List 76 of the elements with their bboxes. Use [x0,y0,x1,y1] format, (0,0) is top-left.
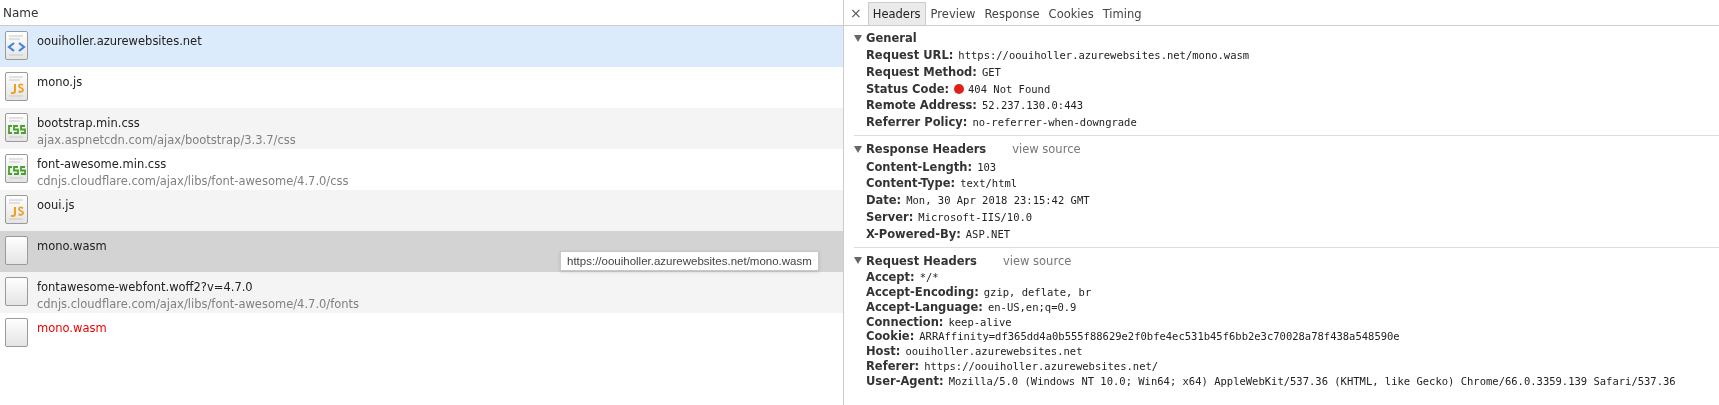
header-value: Mozilla/5.0 (Windows NT 10.0; Win64; x64) AppleWebKit/537.36 (KHTML, like Gecko) Chrome/66.0.3359.139 Safari/537.36 [948,374,1676,387]
code-file-icon [5,31,29,61]
header-value: no-referrer-when-downgrade [972,116,1137,129]
header-value: 404 Not Found [968,82,1051,95]
column-header[interactable]: Name [3,5,39,20]
header-value: */* [919,271,939,284]
header-name: Request URL: [866,48,954,63]
tab[interactable]: Timing [1098,2,1146,25]
header-name: Accept-Encoding: [866,285,979,300]
header-name: Cookie: [866,329,915,344]
header-value: https://oouiholler.azurewebsites.net/mono.wasm [958,49,1250,62]
request-path: cdnjs.cloudflare.com/ajax/libs/font-awesome/4.7.0/fonts [37,296,360,313]
header-value: Microsoft-IIS/10.0 [918,210,1033,223]
tab[interactable]: Cookies [1044,2,1098,25]
expand-triangle-icon[interactable] [854,34,862,42]
header-value: keep-alive [948,315,1012,328]
request-name: mono.wasm [37,238,107,254]
view-source-link[interactable]: view source [1002,253,1072,268]
stylesheet-file-icon [5,154,29,184]
header-name: Referer: [866,359,920,374]
header-value: oouiholler.azurewebsites.net [905,345,1083,358]
header-value: gzip, deflate, br [983,286,1092,299]
header-value: ARRAffinity=df365dd4a0b555f88629e2f0bfe4ec531b45f6bb2e3c70028a78f438a548590e [919,330,1400,343]
header-name: User-Agent: [866,373,944,388]
header-name: Content-Length: [866,159,973,174]
header-name: Referrer Policy: [866,115,968,130]
header-name: Accept-Language: [866,299,983,314]
header-name: Server: [866,209,914,224]
view-source-link[interactable]: view source [1012,142,1081,157]
request-name: ooui.js [37,197,75,213]
request-row[interactable]: fontawesome-webfont.woff2?v=4.7.0 cdnjs.cloudflare.com/ajax/libs/font-awesome/4.7.0/fonts [0,272,843,313]
file-icon [5,277,29,307]
tab[interactable]: Preview [926,2,980,25]
header-value: text/html [960,177,1018,190]
header-name: Status Code: [866,81,950,96]
request-row[interactable]: bootstrap.min.css ajax.aspnetcdn.com/ajax/bootstrap/3.3.7/css [0,108,843,149]
expand-triangle-icon[interactable] [854,257,862,265]
section-title[interactable]: General [866,31,917,45]
stylesheet-file-icon [5,113,29,143]
header-name: Remote Address: [866,98,977,113]
header-name: Date: [866,193,902,208]
section-title[interactable]: Response Headers [866,142,987,157]
header-name: Accept: [866,270,915,285]
header-value: 103 [977,160,997,173]
request-row[interactable]: oouiholler.azurewebsites.net [0,26,843,67]
request-name: font-awesome.min.css [37,156,168,172]
status-error-icon [954,83,965,94]
request-path: cdnjs.cloudflare.com/ajax/libs/font-awesome/4.7.0/css [37,173,349,190]
request-path: ajax.aspnetcdn.com/ajax/bootstrap/3.3.7/css [37,132,296,149]
header-name: X-Powered-By: [866,226,961,241]
request-row[interactable]: ooui.js [0,190,843,231]
request-name: oouiholler.azurewebsites.net [37,33,202,49]
section-title[interactable]: Request Headers [866,253,977,268]
tab[interactable]: Response [980,2,1044,25]
tab[interactable]: Headers [867,2,926,25]
file-icon [5,318,29,348]
header-name: Request Method: [866,65,977,80]
header-name: Host: [866,344,901,359]
header-value: en-US,en;q=0.9 [987,300,1077,313]
file-icon [5,236,29,266]
header-name: Connection: [866,314,944,329]
request-name: mono.wasm [37,320,107,336]
header-value: GET [981,66,1001,79]
expand-triangle-icon[interactable] [854,145,862,153]
request-name: bootstrap.min.css [37,115,141,131]
header-value: 52.237.130.0:443 [981,99,1084,112]
header-value: Mon, 30 Apr 2018 23:15:42 GMT [906,194,1090,207]
request-name: fontawesome-webfont.woff2?v=4.7.0 [37,279,254,295]
header-value: ASP.NET [965,227,1011,240]
script-file-icon [5,72,29,102]
request-name: mono.js [37,74,83,90]
url-tooltip: https://oouiholler.azurewebsites.net/mono.wasm [560,251,819,271]
header-value: https://oouiholler.azurewebsites.net/ [924,360,1159,373]
close-button[interactable]: × [848,0,868,25]
header-name: Content-Type: [866,176,956,191]
script-file-icon [5,195,29,225]
